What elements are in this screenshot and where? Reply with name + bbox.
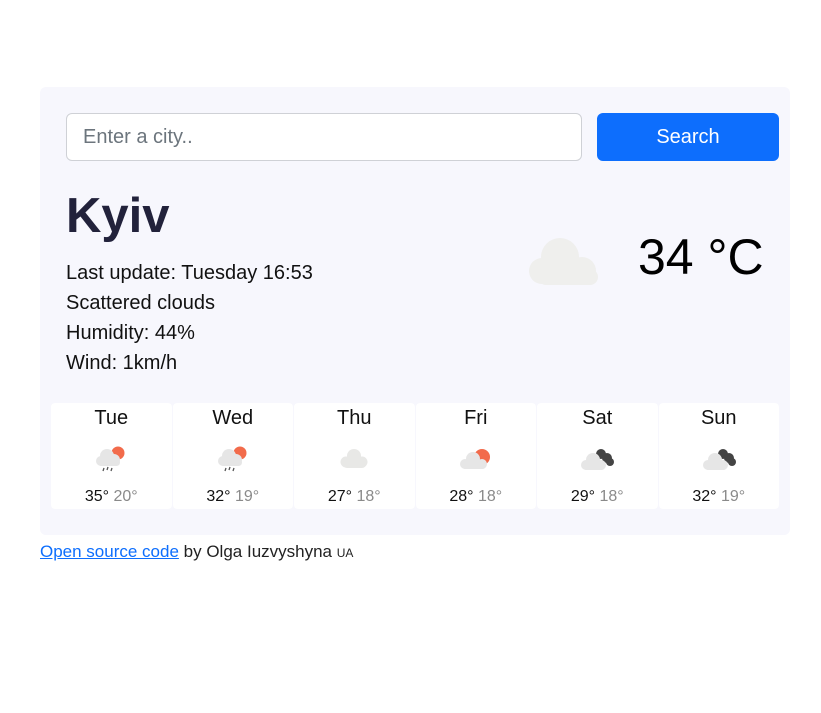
forecast-max-temp: 35° <box>84 488 110 505</box>
forecast-day: Thu 27° 18° <box>294 403 415 509</box>
broken-clouds-icon <box>581 449 615 470</box>
forecast-temps: 28° 18° <box>416 488 537 506</box>
forecast-max-temp: 28° <box>449 488 474 505</box>
forecast-min-temp: 18° <box>599 488 624 505</box>
forecast-min-temp: 20° <box>113 488 138 505</box>
forecast-day: Wed 32° 19° <box>172 403 294 509</box>
forecast-min-temp: 18° <box>356 488 381 505</box>
search-input[interactable] <box>66 113 582 161</box>
wind: Wind: 1km/h <box>66 352 178 374</box>
broken-clouds-icon <box>702 449 736 470</box>
weather-card: Search Kyiv Last update: Tuesday 16:53 S… <box>40 87 790 535</box>
cloud-icon <box>340 449 368 468</box>
author-credit: by Olga Iuzvyshyna <box>183 542 333 561</box>
footer: Open source code by Olga Iuzvyshyna UA <box>40 542 353 563</box>
forecast-day: Fri 28° 18° <box>415 403 537 509</box>
forecast-day-name: Sat <box>582 407 613 429</box>
forecast-max-temp: 32° <box>692 488 717 505</box>
forecast-max-temp: 27° <box>327 488 353 505</box>
weather-details: Last update: Tuesday 16:53 Scattered clo… <box>66 258 313 378</box>
forecast-day-name: Tue <box>94 407 129 429</box>
forecast-temps: 32° 19° <box>659 488 780 506</box>
forecast-min-temp: 19° <box>234 488 260 505</box>
weather-description: Scattered clouds <box>66 292 215 314</box>
forecast-row: Tue 35° 20° Wed 32° 19° Thu 27° 18° Fri … <box>51 403 779 509</box>
forecast-max-temp: 29° <box>570 488 596 505</box>
humidity: Humidity: 44% <box>66 322 195 344</box>
forecast-day-name: Sun <box>700 407 737 429</box>
forecast-min-temp: 19° <box>720 488 746 505</box>
forecast-day: Sun 32° 19° <box>658 403 780 509</box>
forecast-temps: 27° 18° <box>294 488 415 506</box>
flag-label: UA <box>336 546 354 560</box>
cloud-sun-icon <box>459 449 490 469</box>
current-temperature: 34 °C <box>638 229 764 285</box>
forecast-temps: 32° 19° <box>173 488 294 506</box>
forecast-max-temp: 32° <box>206 488 231 505</box>
forecast-temps: 35° 20° <box>51 488 172 506</box>
forecast-day: Sat 29° 18° <box>537 403 658 509</box>
forecast-day-name: Wed <box>212 407 254 429</box>
city-name: Kyiv <box>66 189 170 243</box>
forecast-day-name: Fri <box>464 407 488 429</box>
scattered-clouds-icon <box>529 238 598 285</box>
rain-sun-icon <box>96 446 125 472</box>
search-button[interactable]: Search <box>597 113 779 161</box>
forecast-day: Tue 35° 20° <box>51 403 172 509</box>
rain-sun-icon <box>217 446 247 472</box>
forecast-min-temp: 18° <box>477 488 503 505</box>
forecast-temps: 29° 18° <box>537 488 658 506</box>
forecast-day-name: Thu <box>337 407 372 429</box>
last-update: Last update: Tuesday 16:53 <box>66 262 313 284</box>
open-source-link[interactable]: Open source code <box>40 542 179 561</box>
